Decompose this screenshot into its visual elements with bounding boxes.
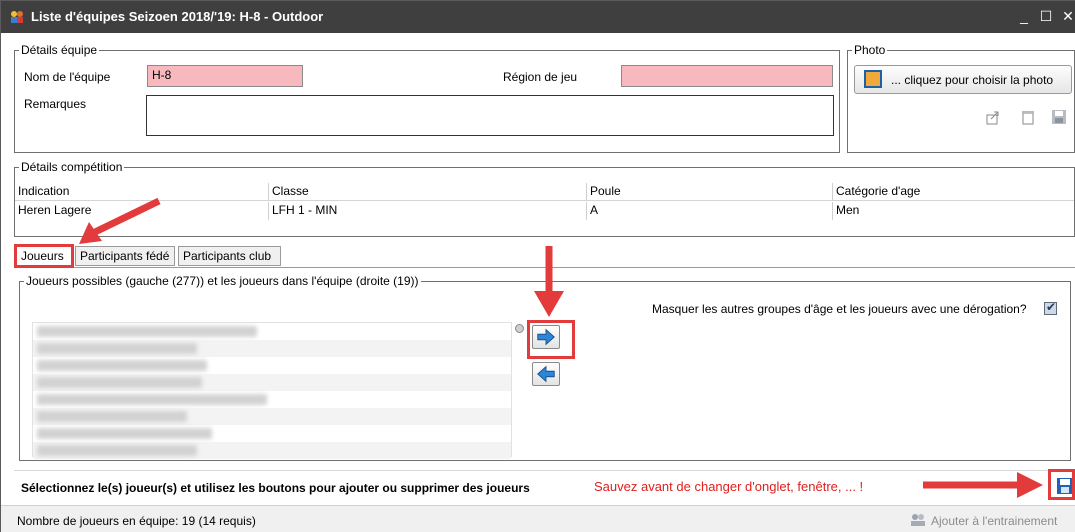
team-details-legend: Détails équipe	[19, 43, 100, 57]
minimize-button[interactable]: _	[1015, 7, 1033, 25]
column-header-indication: Indication	[15, 183, 269, 201]
title-bar: Liste d'équipes Seizoen 2018/'19: H-8 - …	[1, 1, 1075, 33]
competition-legend: Détails compétition	[19, 160, 125, 174]
delete-icon[interactable]	[1020, 109, 1036, 125]
hide-groups-checkbox[interactable]	[1044, 300, 1057, 315]
tab-participants-club[interactable]: Participants club	[178, 246, 281, 266]
team-name-label: Nom de l'équipe	[24, 70, 111, 84]
column-header-age-category: Catégorie d'age	[836, 184, 921, 198]
competition-header: Indication Classe Poule Catégorie d'age	[15, 183, 1074, 201]
list-item[interactable]	[33, 391, 511, 408]
list-item[interactable]	[33, 374, 511, 391]
save-photo-icon[interactable]	[1051, 109, 1067, 125]
column-header-classe: Classe	[269, 183, 587, 201]
list-item[interactable]	[33, 425, 511, 442]
tab-bar: Joueurs Participants fédé Participants c…	[16, 246, 1075, 268]
table-row[interactable]: Heren Lagere LFH 1 - MIN A Men	[15, 202, 1074, 220]
window-title: Liste d'équipes Seizoen 2018/'19: H-8 - …	[31, 9, 324, 24]
photo-icon	[864, 70, 882, 88]
region-label: Région de jeu	[503, 70, 578, 84]
player-count: Nombre de joueurs en équipe: 19 (14 requ…	[17, 514, 256, 528]
status-bar: Nombre de joueurs en équipe: 19 (14 requ…	[1, 505, 1075, 532]
remove-player-button[interactable]	[532, 362, 560, 386]
export-icon[interactable]	[985, 109, 1001, 125]
highlight-save-button	[1048, 469, 1075, 500]
arrow-left-icon	[537, 365, 555, 383]
close-button[interactable]: ✕	[1059, 7, 1075, 25]
available-players-list[interactable]	[32, 322, 512, 459]
scroll-indicator[interactable]	[515, 324, 524, 333]
instruction-bar: Sélectionnez le(s) joueur(s) et utilisez…	[14, 470, 1075, 502]
list-item[interactable]	[33, 340, 511, 357]
maximize-button[interactable]: ☐	[1037, 7, 1055, 25]
cell-poule: A	[587, 202, 833, 220]
highlight-add-button	[527, 320, 575, 359]
remarks-label: Remarques	[24, 97, 87, 111]
cell-age-category: Men	[836, 203, 860, 217]
column-header-poule: Poule	[587, 183, 833, 201]
region-field[interactable]	[621, 65, 833, 87]
add-training-button[interactable]: Ajouter à l'entrainement	[931, 514, 1057, 528]
competition-group: Détails compétition Indication Classe Po…	[14, 160, 1075, 237]
choose-photo-button[interactable]: ... cliquez pour choisir la photo	[854, 65, 1072, 94]
players-group: Joueurs possibles (gauche (277)) et les …	[19, 274, 1071, 461]
remarks-field[interactable]	[146, 95, 834, 136]
instruction-text: Sélectionnez le(s) joueur(s) et utilisez…	[21, 481, 530, 495]
team-list-window: Liste d'équipes Seizoen 2018/'19: H-8 - …	[0, 0, 1075, 532]
list-item[interactable]	[33, 323, 511, 340]
hide-groups-label: Masquer les autres groupes d'âge et les …	[652, 302, 1027, 316]
window-content: Détails équipe Nom de l'équipe H-8 Régio…	[1, 33, 1075, 532]
highlight-joueurs-tab	[14, 244, 74, 268]
save-warning: Sauvez avant de changer d'onglet, fenêtr…	[594, 479, 864, 494]
list-item[interactable]	[33, 357, 511, 374]
team-name-field[interactable]: H-8	[147, 65, 303, 87]
players-legend: Joueurs possibles (gauche (277)) et les …	[24, 274, 421, 288]
add-training-icon	[911, 514, 925, 526]
photo-group: Photo ... cliquez pour choisir la photo	[847, 43, 1075, 153]
choose-photo-label: ... cliquez pour choisir la photo	[891, 73, 1054, 87]
list-item[interactable]	[33, 408, 511, 425]
team-app-icon	[11, 11, 23, 23]
cell-classe: LFH 1 - MIN	[269, 202, 587, 220]
photo-legend: Photo	[852, 43, 888, 57]
cell-indication: Heren Lagere	[15, 202, 269, 220]
team-details-group: Détails équipe Nom de l'équipe H-8 Régio…	[14, 43, 840, 153]
list-item[interactable]	[33, 442, 511, 459]
tab-participants-fede[interactable]: Participants fédé	[75, 246, 175, 266]
